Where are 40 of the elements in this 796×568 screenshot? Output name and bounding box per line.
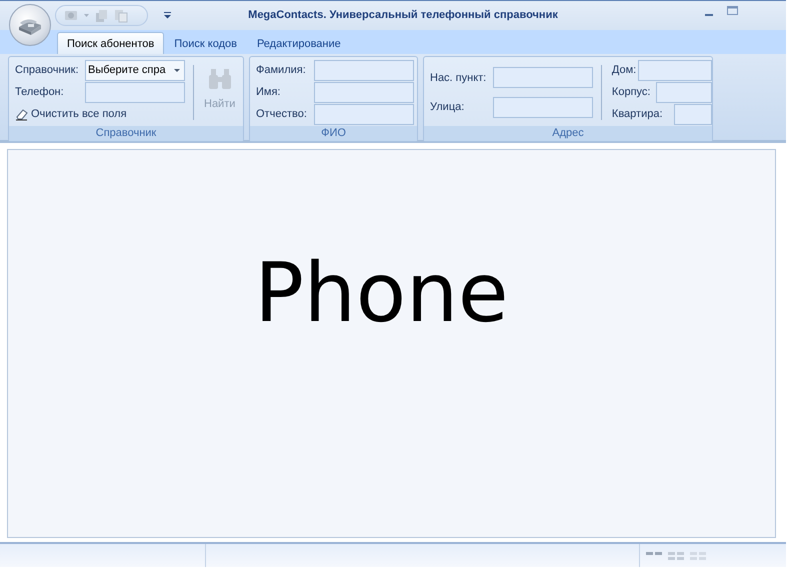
group-caption: Адрес <box>424 126 712 141</box>
field-label: Фамилия: <box>256 64 306 76</box>
caret-icon <box>174 68 180 72</box>
input-field[interactable] <box>492 67 593 88</box>
group-caption: ФИО <box>250 126 417 141</box>
eraser-icon <box>15 107 28 121</box>
caret-icon <box>84 14 89 17</box>
ribbon-tab[interactable]: Поиск абонентов <box>57 32 164 54</box>
field-label: Квартира: <box>612 108 663 120</box>
ribbon-tab[interactable]: Редактирование <box>246 32 351 54</box>
directory-dropdown[interactable]: Выберите спра <box>85 60 185 80</box>
group-caption: Справочник <box>9 126 243 141</box>
input-field[interactable] <box>638 60 712 80</box>
field-label: Корпус: <box>612 86 650 98</box>
binoculars-icon <box>208 67 232 90</box>
window-title: MegaContacts. Универсальный телефонный справочник <box>247 9 558 21</box>
field-label: Телефон: <box>15 86 64 98</box>
input-field[interactable] <box>492 96 593 118</box>
input-field[interactable] <box>314 82 414 102</box>
field-label: Отчество: <box>256 108 307 120</box>
input-field[interactable] <box>656 82 712 102</box>
field-label: Нас. пункт: <box>430 72 486 84</box>
content-text: Phone <box>254 246 508 341</box>
input-field[interactable] <box>314 104 414 124</box>
phone-field[interactable] <box>85 82 185 102</box>
field-label: Справочник: <box>15 64 79 76</box>
minimize-icon <box>705 14 713 16</box>
maximize-icon <box>727 6 738 16</box>
customize-toolbar-icon <box>164 12 171 19</box>
clear-fields-link[interactable]: Очистить все поля <box>15 103 185 125</box>
view-buttons-icon <box>646 552 706 560</box>
ribbon-tab[interactable]: Поиск кодов <box>164 32 247 54</box>
field-label: Дом: <box>612 64 636 76</box>
field-label: Имя: <box>256 86 280 98</box>
disabled-contact-icon <box>64 9 78 22</box>
disabled-paste-icon <box>114 8 128 22</box>
field-label: Улица: <box>430 101 464 114</box>
disabled-copy-icon <box>95 8 108 22</box>
input-field[interactable] <box>314 60 414 80</box>
input-field[interactable] <box>674 104 712 124</box>
